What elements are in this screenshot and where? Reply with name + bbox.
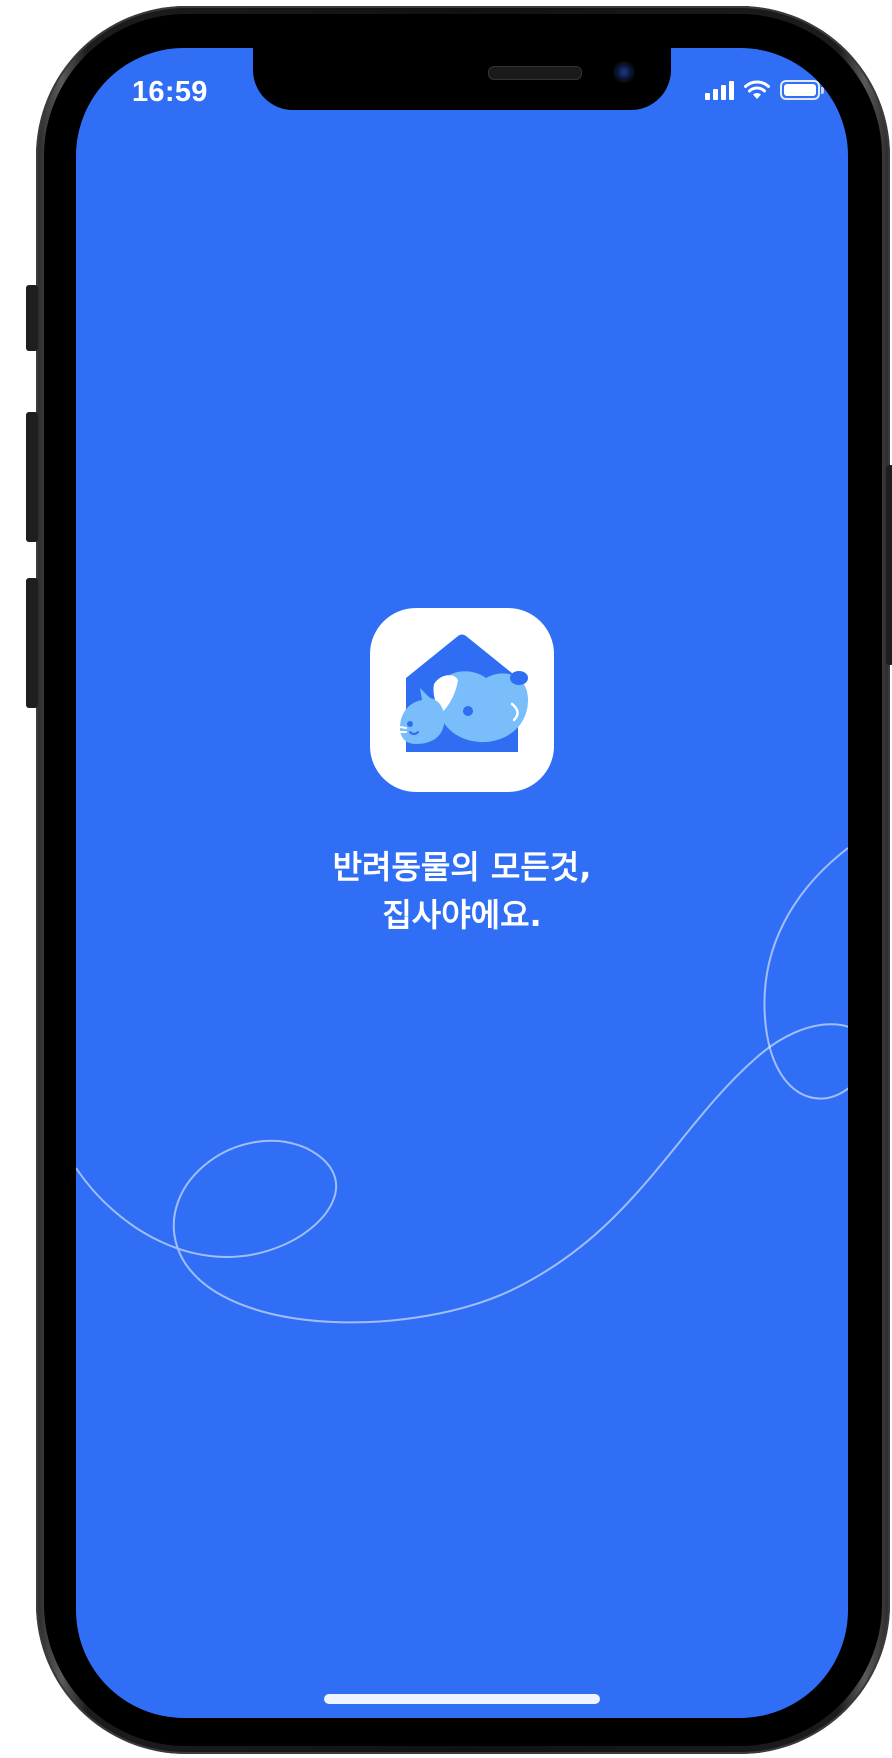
silent-switch xyxy=(26,285,38,351)
status-time: 16:59 xyxy=(132,76,208,108)
home-indicator[interactable] xyxy=(324,1694,600,1704)
tagline-line-2: 집사야에요. xyxy=(382,896,542,934)
wifi-icon xyxy=(744,80,770,99)
app-logo-house-pets-icon xyxy=(393,634,528,752)
battery-fill xyxy=(784,84,816,96)
earpiece-speaker xyxy=(488,66,582,80)
status-icons xyxy=(705,80,824,100)
front-camera xyxy=(613,61,635,83)
power-button xyxy=(886,465,892,665)
tagline-line-1: 반려동물의 모든것, xyxy=(332,848,592,886)
app-logo xyxy=(370,608,554,792)
notch xyxy=(253,48,671,110)
splash-screen: 16:59 반려동물의 모든것, 집사야에요. xyxy=(76,48,848,1718)
cellular-signal-icon xyxy=(705,80,734,100)
volume-up-button xyxy=(26,412,38,542)
volume-down-button xyxy=(26,578,38,708)
splash-tagline: 반려동물의 모든것, 집사야에요. xyxy=(76,843,848,939)
battery-icon xyxy=(780,80,824,100)
device-mockup: 16:59 반려동물의 모든것, 집사야에요. xyxy=(0,0,892,1758)
